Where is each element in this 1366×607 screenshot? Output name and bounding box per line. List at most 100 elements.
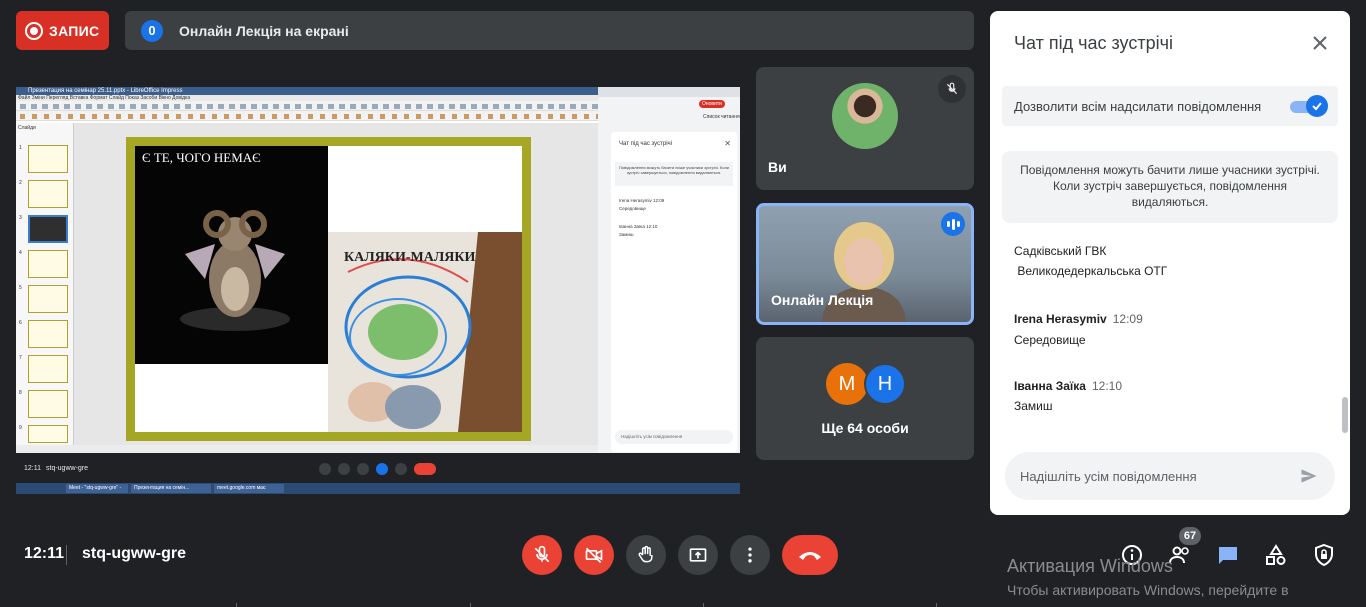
current-slide: Є ТЕ, ЧОГО НЕМАЄ КАЛЯКИ-МАЛЯКИ [126, 137, 531, 441]
chat-icon[interactable] [1216, 543, 1240, 567]
more-options-button[interactable] [730, 535, 770, 575]
participants-count-badge: 67 [1179, 527, 1201, 545]
thumb-number: 8 [19, 390, 22, 396]
speaking-indicator-icon [941, 212, 965, 236]
activities-icon[interactable] [1264, 543, 1288, 567]
slide-blank-area [135, 364, 328, 432]
shared-browser-window: Оновити Список читання Чат під час зустр… [598, 87, 740, 453]
thumb-number: 6 [19, 320, 22, 326]
slide-thumbnail [28, 145, 68, 173]
record-label: ЗАПИС [49, 22, 100, 39]
more-vert-icon [748, 547, 752, 563]
shared-meet-button [338, 463, 350, 475]
slide-thumbnail [28, 320, 68, 348]
slide-thumbnail [28, 355, 68, 383]
chat-scrollbar[interactable] [1342, 397, 1348, 433]
divider [66, 545, 67, 565]
present-button[interactable] [678, 535, 718, 575]
slide-right-title: КАЛЯКИ-МАЛЯКИ [344, 250, 476, 265]
thumb-number: 7 [19, 355, 22, 361]
participant-avatar: M [826, 363, 868, 405]
slide-left-image: Є ТЕ, ЧОГО НЕМАЄ [135, 146, 328, 364]
chat-messages: ‾ ‾ ‾ ‾ Садківський ГВК Великодедеркальс… [990, 229, 1340, 447]
presenting-title: Онлайн Лекція на екрані [179, 22, 349, 39]
check-icon[interactable] [1306, 95, 1328, 117]
chat-message-author: Irena Herasymiv 12:09 [1014, 312, 1143, 326]
close-icon: ✕ [724, 139, 731, 148]
send-icon[interactable] [1299, 466, 1319, 486]
chat-message-fragment: ‾ ‾ ‾ ‾ [1014, 229, 1040, 239]
mic-off-icon [938, 75, 966, 103]
leave-call-button[interactable] [782, 535, 838, 575]
camera-toggle-button[interactable] [574, 535, 614, 575]
presenter-count-badge: 0 [141, 19, 163, 42]
windows-activation-hint: Чтобы активировать Windows, перейдите в [1007, 582, 1289, 598]
thumb-number: 3 [19, 215, 22, 221]
shared-chat-author: Іванна Заїка 12:10 [619, 224, 658, 229]
mic-off-icon [534, 545, 550, 563]
chat-message-input[interactable]: Надішліть усім повідомлення [1005, 452, 1335, 500]
shared-chat-panel: Чат під час зустрічі ✕ Повідомлення можу… [611, 132, 737, 452]
shared-meet-button [357, 463, 369, 475]
more-participants-tile[interactable]: M H Ще 64 особи [756, 337, 974, 460]
chat-message-author: Іванна Заїка 12:10 [1014, 379, 1122, 393]
chat-title: Чат під час зустрічі [1014, 33, 1173, 53]
allow-messages-row: Дозволити всім надсилати повідомлення [1002, 86, 1338, 126]
shared-meet-button [376, 463, 388, 475]
browser-reading-list: Список читання [703, 114, 740, 120]
shared-chat-input: Надішліть усім повідомлення [615, 430, 733, 444]
message-time: 12:09 [1112, 312, 1143, 326]
slide-thumbnail-selected [28, 215, 68, 243]
slide-thumbnail [28, 285, 68, 313]
self-tile[interactable]: Ви [756, 67, 974, 190]
meeting-code: stq-ugww-gre [82, 545, 186, 562]
thumb-number: 9 [19, 425, 22, 431]
close-icon[interactable] [1310, 33, 1330, 53]
divider [936, 603, 937, 607]
present-icon [689, 548, 707, 562]
self-name: Ви [768, 159, 787, 175]
presenting-banner: 0 Онлайн Лекція на екрані [125, 11, 974, 50]
participant-avatar: H [864, 363, 906, 405]
message-time: 12:10 [1091, 379, 1123, 393]
impress-drawing-toolbar [16, 111, 598, 121]
mic-toggle-button[interactable] [522, 535, 562, 575]
meeting-time: 12:11 [24, 545, 65, 562]
hangup-icon [799, 552, 821, 560]
chat-input-placeholder: Надішліть усім повідомлення [1020, 469, 1197, 484]
slide-thumbnail [28, 250, 68, 278]
host-controls-icon[interactable] [1312, 543, 1336, 567]
shared-screen: Презентация на семінар 25.11.pptx - Libr… [16, 87, 740, 494]
allow-messages-label: Дозволити всім надсилати повідомлення [1014, 99, 1262, 114]
windows-activation-watermark: Активация Windows [1007, 556, 1173, 576]
slides-panel: Слайди 1 2 3 4 5 6 7 8 9 [16, 123, 74, 445]
thumb-number: 4 [19, 250, 22, 256]
speaker-tile[interactable]: Онлайн Лекція [756, 203, 974, 325]
author-name: Irena Herasymiv [1014, 312, 1107, 326]
chat-panel: Чат під час зустрічі Дозволити всім надс… [990, 11, 1350, 515]
browser-update-button: Оновити [699, 100, 725, 108]
impress-window-title: Презентация на семінар 25.11.pptx - Libr… [16, 87, 598, 95]
shared-meet-code: stq-ugww-gre [46, 465, 89, 472]
chat-message-text: Великодедеркальська ОТГ [1014, 264, 1168, 278]
self-avatar [832, 83, 898, 149]
chat-message-text: Замиш [1014, 399, 1053, 413]
slide-thumbnail [28, 425, 68, 443]
record-button[interactable]: ЗАПИС [16, 11, 109, 50]
shared-chat-author: Irena Herasymiv 12:09 [619, 198, 665, 203]
speaker-name: Онлайн Лекція [771, 292, 874, 308]
divider [236, 603, 237, 607]
thumb-number: 5 [19, 285, 22, 291]
taskbar-item: meet.google.com має [214, 484, 284, 493]
winged-squirrel-image [180, 210, 290, 331]
raise-hand-button[interactable] [626, 535, 666, 575]
thumb-number: 2 [19, 180, 22, 186]
shared-meet-time: 12:11 [24, 465, 41, 472]
shared-meet-button [319, 463, 331, 475]
shared-browser-tabs [598, 87, 740, 97]
slide-thumbnail [28, 180, 68, 208]
slide-left-title: Є ТЕ, ЧОГО НЕМАЄ [142, 150, 261, 165]
thumb-number: 1 [19, 145, 22, 151]
record-icon [25, 21, 43, 40]
chat-info-note: Повідомлення можуть бачити лише учасники… [1002, 151, 1338, 223]
